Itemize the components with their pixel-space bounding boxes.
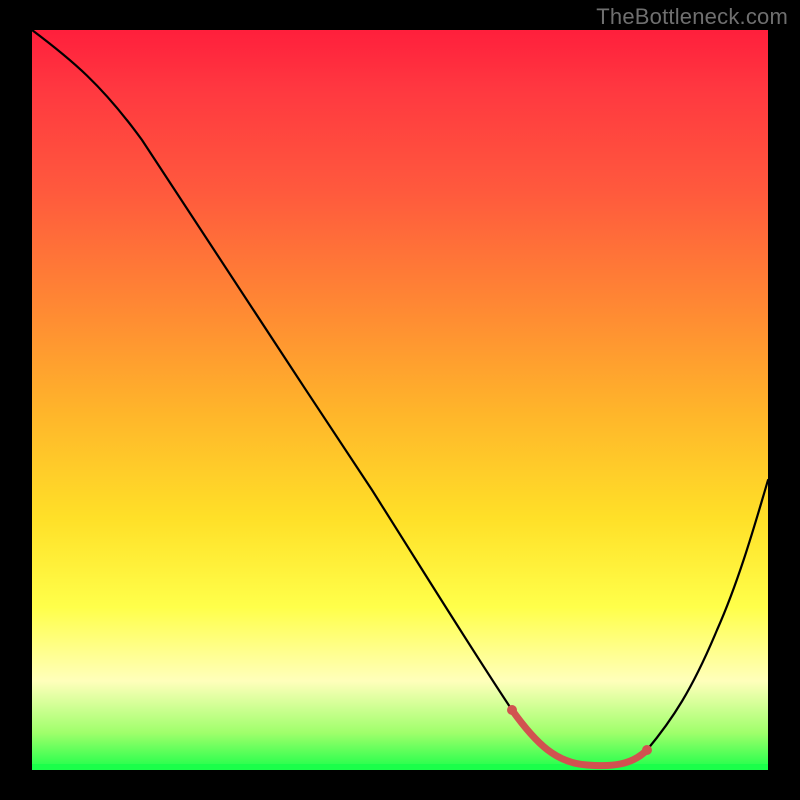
plot-area (32, 30, 768, 770)
bottleneck-curve (32, 30, 768, 766)
curve-svg (32, 30, 768, 770)
chart-container: TheBottleneck.com (0, 0, 800, 800)
highlight-dot-right (642, 745, 652, 755)
highlight-dot-left (507, 705, 517, 715)
highlight-minimum (512, 710, 647, 766)
watermark-label: TheBottleneck.com (596, 4, 788, 30)
